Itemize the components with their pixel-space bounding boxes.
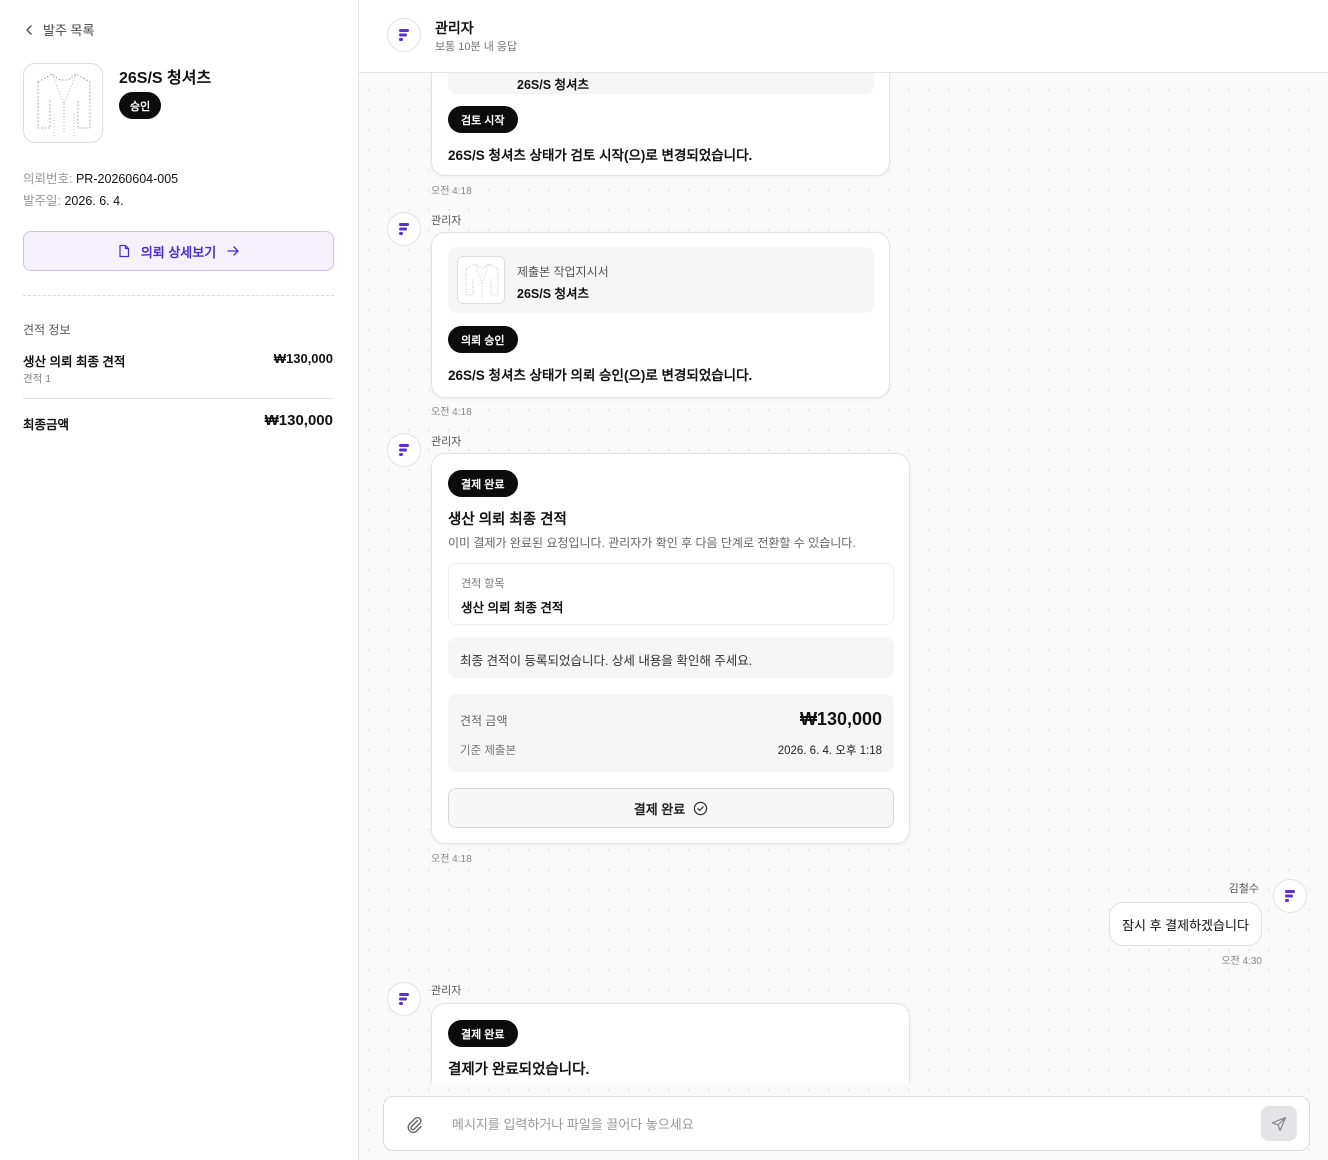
status-change-card: 26S/S 청셔츠 검토 시작 26S/S 청셔츠 상태가 검토 시작(으)로 … — [431, 73, 890, 176]
brand-logo-icon — [399, 223, 409, 235]
back-link-label: 발주 목록 — [43, 23, 95, 38]
chat-header: 관리자 보통 10분 내 응답 — [359, 0, 1328, 73]
quote-item-label: 견적 항목 — [461, 578, 505, 590]
request-number-value: PR-20260604-005 — [75, 172, 179, 186]
quote-item-value: 생산 의뢰 최종 견적 — [461, 601, 564, 615]
quote-amount-box: 견적 금액 ₩130,000 기준 제출본 2026. 6. 4. 오후 1:1… — [448, 694, 894, 772]
order-date-row: 발주일: 2026. 6. 4. — [23, 190, 124, 209]
brand-logo-icon — [399, 29, 409, 41]
product-thumbnail — [23, 63, 103, 143]
quote-card-title: 생산 의뢰 최종 견적 — [448, 512, 567, 528]
order-date-label: 발주일: — [23, 194, 61, 208]
attach-file-icon[interactable] — [404, 1114, 424, 1134]
quote-item-title: 생산 의뢰 최종 견적 — [23, 355, 126, 369]
admin-avatar — [387, 212, 421, 246]
status-badge: 의뢰 승인 — [448, 326, 518, 353]
admin-avatar — [387, 433, 421, 467]
order-date-value: 2026. 6. 4. — [64, 194, 124, 208]
quote-notice-box: 최종 견적이 등록되었습니다. 상세 내용을 확인해 주세요. — [448, 637, 894, 678]
status-change-card: 제출본 작업지시서 26S/S 청셔츠 의뢰 승인 26S/S 청셔츠 상태가 … — [431, 232, 890, 398]
attached-file-row[interactable]: 26S/S 청셔츠 — [448, 73, 874, 94]
status-badge: 검토 시작 — [448, 106, 518, 133]
view-request-detail-label: 의뢰 상세보기 — [140, 244, 217, 260]
payment-complete-text: 결제가 완료되었습니다. — [448, 1062, 590, 1078]
response-time-note: 보통 10분 내 응답 — [435, 41, 518, 53]
request-number-label: 의뢰번호: — [23, 172, 73, 186]
payment-complete-button[interactable]: 결제 완료 — [448, 788, 894, 828]
message-input[interactable] — [452, 1111, 1242, 1137]
divider — [23, 398, 334, 399]
file-thumbnail — [457, 256, 505, 304]
send-button[interactable] — [1261, 1106, 1297, 1141]
user-message-text: 잠시 후 결제하겠습니다 — [1122, 917, 1249, 933]
quote-notice-text: 최종 견적이 등록되었습니다. 상세 내용을 확인해 주세요. — [460, 654, 753, 668]
message-sender: 관리자 — [431, 436, 462, 448]
view-request-detail-button[interactable]: 의뢰 상세보기 — [23, 231, 334, 271]
attached-file-name: 26S/S 청셔츠 — [517, 78, 590, 92]
payment-complete-label: 결제 완료 — [633, 801, 686, 817]
garment-sketch-image — [465, 263, 499, 301]
attached-file-row[interactable]: 제출본 작업지시서 26S/S 청셔츠 — [448, 247, 874, 313]
message-time: 오전 4:18 — [431, 186, 472, 197]
quote-card: 결제 완료 생산 의뢰 최종 견적 이미 결제가 완료된 요청입니다. 관리자가… — [431, 453, 910, 844]
request-number-row: 의뢰번호: PR-20260604-005 — [23, 168, 178, 187]
status-change-text: 26S/S 청셔츠 상태가 의뢰 승인(으)로 변경되었습니다. — [448, 368, 753, 383]
admin-avatar — [387, 18, 421, 52]
quote-amount-label: 견적 금액 — [460, 714, 508, 728]
quote-item-sub: 견적 1 — [23, 373, 52, 385]
message-time: 오전 4:18 — [431, 854, 472, 865]
product-name: 26S/S 청셔츠 — [119, 70, 212, 87]
payment-complete-card: 결제 완료 결제가 완료되었습니다. — [431, 1003, 910, 1083]
status-change-text: 26S/S 청셔츠 상태가 검토 시작(으)로 변경되었습니다. — [448, 148, 753, 163]
message-time: 오전 4:30 — [1221, 956, 1262, 967]
chat-panel: 관리자 보통 10분 내 응답 26S/S 청셔츠 검토 시작 26S/S 청셔… — [359, 0, 1328, 1160]
arrow-right-icon — [227, 246, 239, 256]
message-sender: 관리자 — [431, 985, 462, 997]
status-badge: 승인 — [119, 92, 162, 119]
back-to-orders-link[interactable]: 발주 목록 — [23, 20, 94, 39]
brand-logo-icon — [1285, 890, 1295, 902]
message-sender: 김철수 — [1228, 883, 1259, 895]
message-sender: 관리자 — [431, 215, 462, 227]
payment-status-badge: 결제 완료 — [448, 470, 518, 497]
quote-card-description: 이미 결제가 완료된 요청입니다. 관리자가 확인 후 다음 단계로 전환할 수… — [448, 536, 856, 550]
basis-submission-value: 2026. 6. 4. 오후 1:18 — [777, 745, 882, 757]
attached-file-name: 26S/S 청셔츠 — [517, 287, 590, 301]
quote-section-label: 견적 정보 — [23, 323, 71, 337]
brand-logo-icon — [399, 993, 409, 1005]
admin-avatar — [387, 982, 421, 1016]
check-circle-icon — [694, 801, 708, 815]
garment-sketch-image — [37, 73, 91, 136]
order-sidebar: 발주 목록 26S/S 청셔츠 승인 의뢰번호: PR-20260604-005… — [0, 0, 359, 1160]
basis-submission-label: 기준 제출본 — [460, 745, 517, 757]
user-avatar — [1273, 879, 1307, 913]
chevron-left-icon — [26, 24, 32, 35]
final-amount-value: ₩130,000 — [264, 412, 333, 429]
quote-item-box: 견적 항목 생산 의뢰 최종 견적 — [448, 563, 894, 625]
divider — [23, 295, 334, 296]
quote-amount-value: ₩130,000 — [799, 709, 882, 729]
message-time: 오전 4:18 — [431, 407, 472, 418]
chat-partner-name: 관리자 — [435, 20, 474, 36]
brand-logo-icon — [399, 444, 409, 456]
document-icon — [119, 244, 129, 258]
user-message-bubble: 잠시 후 결제하겠습니다 — [1109, 902, 1262, 946]
attached-file-label: 제출본 작업지시서 — [517, 265, 609, 279]
quote-item-amount: ₩130,000 — [273, 351, 333, 366]
send-icon — [1271, 1116, 1287, 1131]
message-list[interactable]: 26S/S 청셔츠 검토 시작 26S/S 청셔츠 상태가 검토 시작(으)로 … — [359, 73, 1328, 1083]
message-composer — [383, 1096, 1310, 1151]
payment-status-badge: 결제 완료 — [448, 1020, 518, 1047]
final-amount-label: 최종금액 — [23, 418, 70, 432]
